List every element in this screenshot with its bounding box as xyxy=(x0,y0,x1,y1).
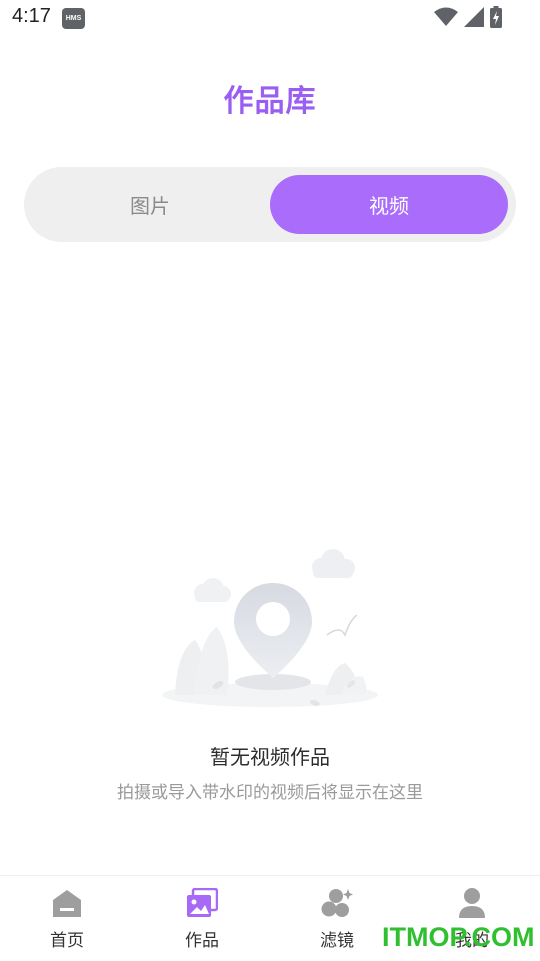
nav-label-home: 首页 xyxy=(50,931,84,951)
empty-state-description: 拍摄或导入带水印的视频后将显示在这里 xyxy=(117,783,423,803)
empty-state-title: 暂无视频作品 xyxy=(210,745,330,769)
nav-item-home[interactable]: 首页 xyxy=(17,886,117,956)
gallery-icon xyxy=(185,886,219,920)
tab-videos[interactable]: 视频 xyxy=(270,175,508,234)
status-icons xyxy=(434,6,502,28)
site-watermark: ITMOP.COM xyxy=(382,922,535,952)
page-title: 作品库 xyxy=(223,84,317,119)
home-icon xyxy=(50,886,84,920)
media-type-tabs: 图片 视频 xyxy=(24,167,516,242)
nav-label-works: 作品 xyxy=(185,931,219,951)
nav-item-works[interactable]: 作品 xyxy=(152,886,252,956)
nav-item-filter[interactable]: 滤镜 xyxy=(287,886,387,956)
hms-badge: HMS xyxy=(62,8,85,29)
status-bar: 4:17 HMS xyxy=(0,0,540,36)
empty-state-illustration xyxy=(155,545,385,720)
status-time: 4:17 xyxy=(12,5,51,27)
wifi-icon xyxy=(434,7,458,27)
filter-icon xyxy=(320,886,354,920)
battery-charging-icon xyxy=(490,6,502,28)
nav-label-filter: 滤镜 xyxy=(320,931,354,951)
profile-icon xyxy=(455,886,489,920)
signal-icon xyxy=(464,7,484,27)
tab-images[interactable]: 图片 xyxy=(32,175,268,234)
